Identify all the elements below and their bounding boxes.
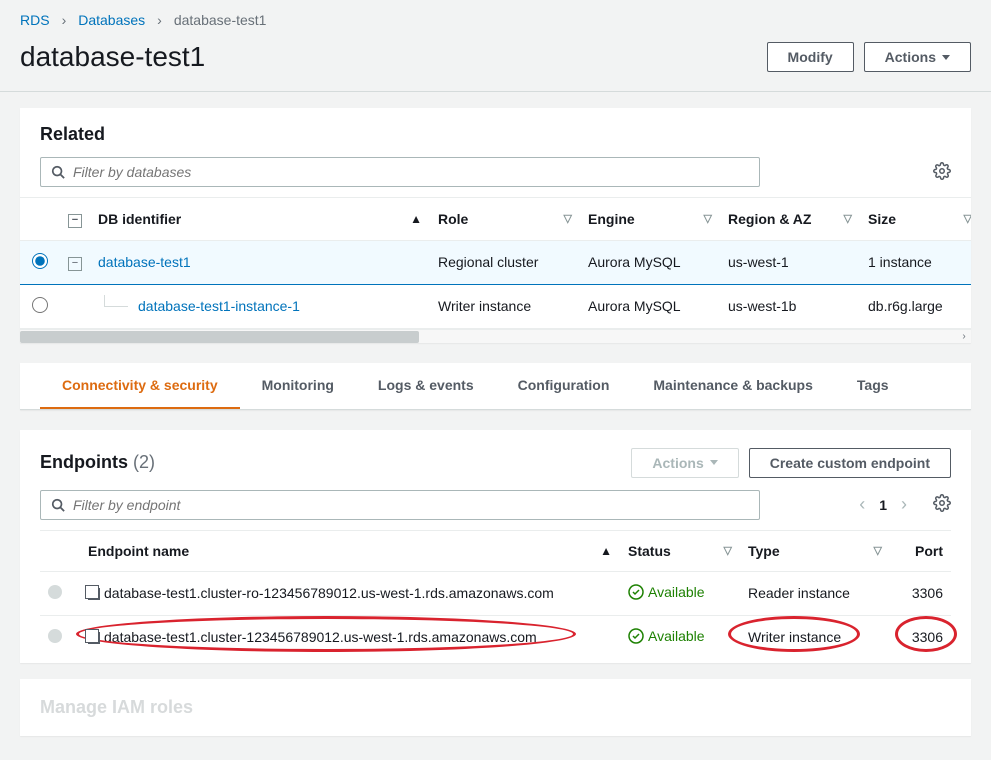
breadcrumb-rds[interactable]: RDS [20,12,50,28]
cell-region: us-west-1 [720,240,860,284]
scrollbar-thumb[interactable] [20,331,419,343]
endpoint-type: Reader instance [740,571,890,615]
breadcrumb-current: database-test1 [174,12,267,28]
check-circle-icon [628,584,644,600]
status-badge: Available [628,628,705,644]
check-circle-icon [628,628,644,644]
related-table: − DB identifier ▲ Role ▽ Engine ▽ Region & … [20,198,971,329]
cell-size: 1 instance [860,240,971,284]
endpoints-actions-label: Actions [652,455,703,471]
endpoints-count: (2) [133,452,155,472]
gear-icon[interactable] [933,494,951,515]
row-radio[interactable] [32,253,48,269]
tree-indent-icon [104,295,128,307]
endpoint-port: 3306 [890,571,951,615]
sort-asc-icon[interactable]: ▲ [410,212,422,226]
filter-icon[interactable]: ▽ [874,544,882,557]
status-badge: Available [628,584,705,600]
copy-icon[interactable] [88,588,100,600]
filter-icon[interactable]: ▽ [564,212,572,225]
cell-engine: Aurora MySQL [580,284,720,328]
tab-maintenance[interactable]: Maintenance & backups [631,363,835,409]
endpoints-panel: Endpoints (2) Actions Create custom endp… [20,430,971,663]
search-icon [51,165,65,179]
tab-configuration[interactable]: Configuration [496,363,632,409]
page-title: database-test1 [20,41,205,73]
endpoint-port: 3306 [912,629,943,645]
gear-icon[interactable] [933,162,951,183]
breadcrumb: RDS › Databases › database-test1 [0,0,991,35]
col-engine[interactable]: Engine [588,211,635,227]
search-icon [51,498,65,512]
chevron-right-icon: › [157,12,162,28]
cell-role: Writer instance [430,284,580,328]
endpoints-actions-button[interactable]: Actions [631,448,738,478]
chevron-right-icon: › [62,12,67,28]
pager-next-icon[interactable]: › [901,494,907,515]
related-search[interactable] [40,157,760,187]
tab-connectivity[interactable]: Connectivity & security [40,363,240,409]
sort-asc-icon[interactable]: ▲ [600,544,612,558]
row-radio[interactable] [48,585,62,599]
endpoint-name: database-test1.cluster-123456789012.us-w… [104,629,537,645]
tabset: Connectivity & security Monitoring Logs … [20,363,971,410]
cell-region: us-west-1b [720,284,860,328]
scroll-right-icon[interactable]: › [957,330,971,344]
filter-icon[interactable]: ▽ [704,212,712,225]
pager-prev-icon[interactable]: ‹ [859,494,865,515]
endpoint-type: Writer instance [748,629,841,645]
related-search-input[interactable] [73,164,749,180]
endpoint-name: database-test1.cluster-ro-123456789012.u… [104,585,554,601]
col-identifier[interactable]: DB identifier [98,211,181,227]
tab-logs[interactable]: Logs & events [356,363,496,409]
cell-role: Regional cluster [430,240,580,284]
endpoints-search-input[interactable] [73,497,749,513]
iam-roles-panel: Manage IAM roles [20,679,971,736]
copy-icon[interactable] [88,632,100,644]
actions-button[interactable]: Actions [864,42,971,72]
filter-icon[interactable]: ▽ [964,212,971,225]
endpoints-table: Endpoint name ▲ Status ▽ Type ▽ Port databa… [40,530,951,659]
endpoints-search[interactable] [40,490,760,520]
col-type[interactable]: Type [748,543,780,559]
modify-button[interactable]: Modify [767,42,854,72]
cell-size: db.r6g.large [860,284,971,328]
tab-tags[interactable]: Tags [835,363,911,409]
expand-toggle[interactable]: − [68,257,82,271]
caret-down-icon [710,460,718,465]
actions-button-label: Actions [885,49,936,65]
db-link[interactable]: database-test1-instance-1 [138,298,300,314]
col-port[interactable]: Port [915,543,943,559]
endpoint-row[interactable]: database-test1.cluster-ro-123456789012.u… [40,571,951,615]
cell-engine: Aurora MySQL [580,240,720,284]
related-title: Related [40,124,951,145]
col-region[interactable]: Region & AZ [728,211,811,227]
breadcrumb-databases[interactable]: Databases [78,12,145,28]
col-size[interactable]: Size [868,211,896,227]
row-radio[interactable] [48,629,62,643]
create-endpoint-button[interactable]: Create custom endpoint [749,448,951,478]
filter-icon[interactable]: ▽ [724,544,732,557]
endpoints-title: Endpoints [40,452,128,472]
tab-monitoring[interactable]: Monitoring [240,363,356,409]
table-row[interactable]: − database-test1 Regional cluster Aurora… [20,240,971,284]
db-link[interactable]: database-test1 [98,254,191,270]
iam-roles-title: Manage IAM roles [40,697,193,717]
expand-all-toggle[interactable]: − [68,214,82,228]
row-radio[interactable] [32,297,48,313]
endpoint-row[interactable]: database-test1.cluster-123456789012.us-w… [40,615,951,659]
pager-page: 1 [879,497,887,513]
caret-down-icon [942,55,950,60]
horizontal-scrollbar[interactable]: ‹ › [20,329,971,343]
col-status[interactable]: Status [628,543,671,559]
related-panel: Related − DB identifier ▲ Role ▽ [20,108,971,343]
filter-icon[interactable]: ▽ [844,212,852,225]
col-endpoint-name[interactable]: Endpoint name [88,543,189,559]
table-row[interactable]: database-test1-instance-1 Writer instanc… [20,284,971,328]
col-role[interactable]: Role [438,211,468,227]
